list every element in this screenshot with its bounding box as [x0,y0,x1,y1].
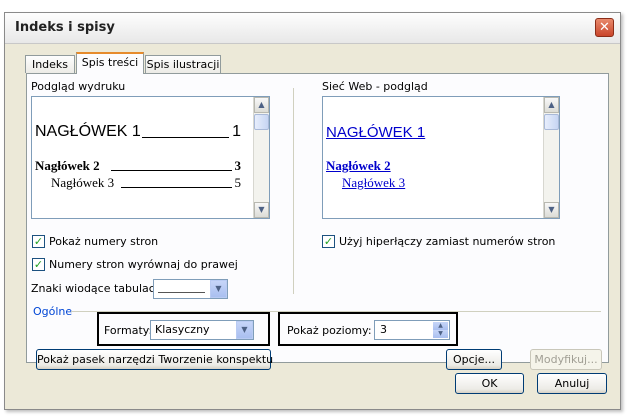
tab-label: Spis ilustracji [146,58,220,71]
tab-spis-tresci[interactable]: Spis treści [76,52,144,74]
scroll-thumb[interactable] [254,114,269,130]
formats-value: Klasyczny [155,323,210,336]
use-hyperlinks-checkbox[interactable]: ✓ [322,235,335,248]
dropdown-arrow-icon[interactable]: ▼ [236,321,253,339]
print-preview-heading2: Nagłówek 2 3 [35,158,241,174]
web-preview-heading1[interactable]: NAGŁÓWEK 1 [326,124,425,141]
levels-label: Pokaż poziomy: [287,324,372,337]
modify-button[interactable]: Modyfikuj... [530,349,602,370]
web-preview-heading2[interactable]: Nagłówek 2 [326,158,391,174]
web-preview-box: NAGŁÓWEK 1 Nagłówek 2 Nagłówek 3 ▲ ▼ [322,96,560,219]
print-preview-scrollbar[interactable]: ▲ ▼ [253,97,269,218]
show-page-numbers-checkbox[interactable]: ✓ [32,235,45,248]
title-bar: Indeks i spisy ✕ [5,13,620,44]
scroll-thumb[interactable] [544,114,559,130]
heading3-text: Nagłówek 3 [51,175,115,190]
tab-leader-label: Znaki wiodące tabulacji: [31,282,165,295]
show-page-numbers-label: Pokaż numery stron [49,235,159,248]
web-preview-scrollbar[interactable]: ▲ ▼ [543,97,559,218]
scroll-down-icon[interactable]: ▼ [544,202,559,218]
outline-toolbar-button[interactable]: Pokaż pasek narzędzi Tworzenie konspektu [36,349,273,370]
web-preview-heading3[interactable]: Nagłówek 3 [342,175,405,191]
ok-button[interactable]: OK [455,373,524,394]
tab-leader-select[interactable]: ▼ [153,279,228,299]
print-preview-label: Podgląd wydruku [31,80,126,93]
dropdown-arrow-icon[interactable]: ▼ [210,280,227,298]
heading2-text: Nagłówek 2 [35,158,100,173]
spin-up-icon[interactable]: ▲ [433,322,448,330]
use-hyperlinks-label: Użyj hiperłączy zamiast numerów stron [339,235,556,248]
formats-select[interactable]: Klasyczny ▼ [150,320,254,340]
cancel-button[interactable]: Anuluj [537,373,607,394]
heading1-text: NAGŁÓWEK 1 [35,123,141,140]
scroll-up-icon[interactable]: ▲ [254,97,269,113]
scroll-down-icon[interactable]: ▼ [254,202,269,218]
levels-spinner[interactable]: 3 ▲ ▼ [374,320,450,340]
window-title: Indeks i spisy [15,20,115,35]
general-group-label: Ogólne [33,305,73,318]
print-preview-heading1: NAGŁÓWEK 1 1 [35,123,241,141]
right-align-checkbox[interactable]: ✓ [32,258,45,271]
tab-spis-ilustracji[interactable]: Spis ilustracji [145,55,221,73]
formats-label: Formaty: [104,324,153,337]
tab-label: Indeks [31,58,69,71]
print-preview-box: NAGŁÓWEK 1 1 Nagłówek 2 3 Nagłówek 3 5 ▲… [31,96,270,219]
leader-line [111,170,232,171]
heading3-page: 5 [234,175,242,190]
tab-indeks[interactable]: Indeks [25,55,75,73]
leader-line [142,137,229,138]
leader-sample [158,292,205,293]
tab-label: Spis treści [81,56,139,69]
scroll-up-icon[interactable]: ▲ [544,97,559,113]
leader-line [121,187,232,188]
close-icon[interactable]: ✕ [595,18,614,37]
heading1-page: 1 [232,123,241,140]
dialog-window: Indeks i spisy ✕ Indeks Spis treści Spis… [4,12,621,410]
levels-value: 3 [380,323,387,336]
spin-down-icon[interactable]: ▼ [433,330,448,338]
tab-panel: Podgląd wydruku NAGŁÓWEK 1 1 Nagłówek 2 … [26,73,609,370]
right-align-label: Numery stron wyrównaj do prawej [49,258,238,271]
options-button[interactable]: Opcje... [446,349,502,370]
print-preview-heading3: Nagłówek 3 5 [51,175,241,191]
web-preview-label: Sieć Web - podgląd [322,80,428,93]
heading2-page: 3 [234,158,242,173]
column-divider [293,88,294,294]
